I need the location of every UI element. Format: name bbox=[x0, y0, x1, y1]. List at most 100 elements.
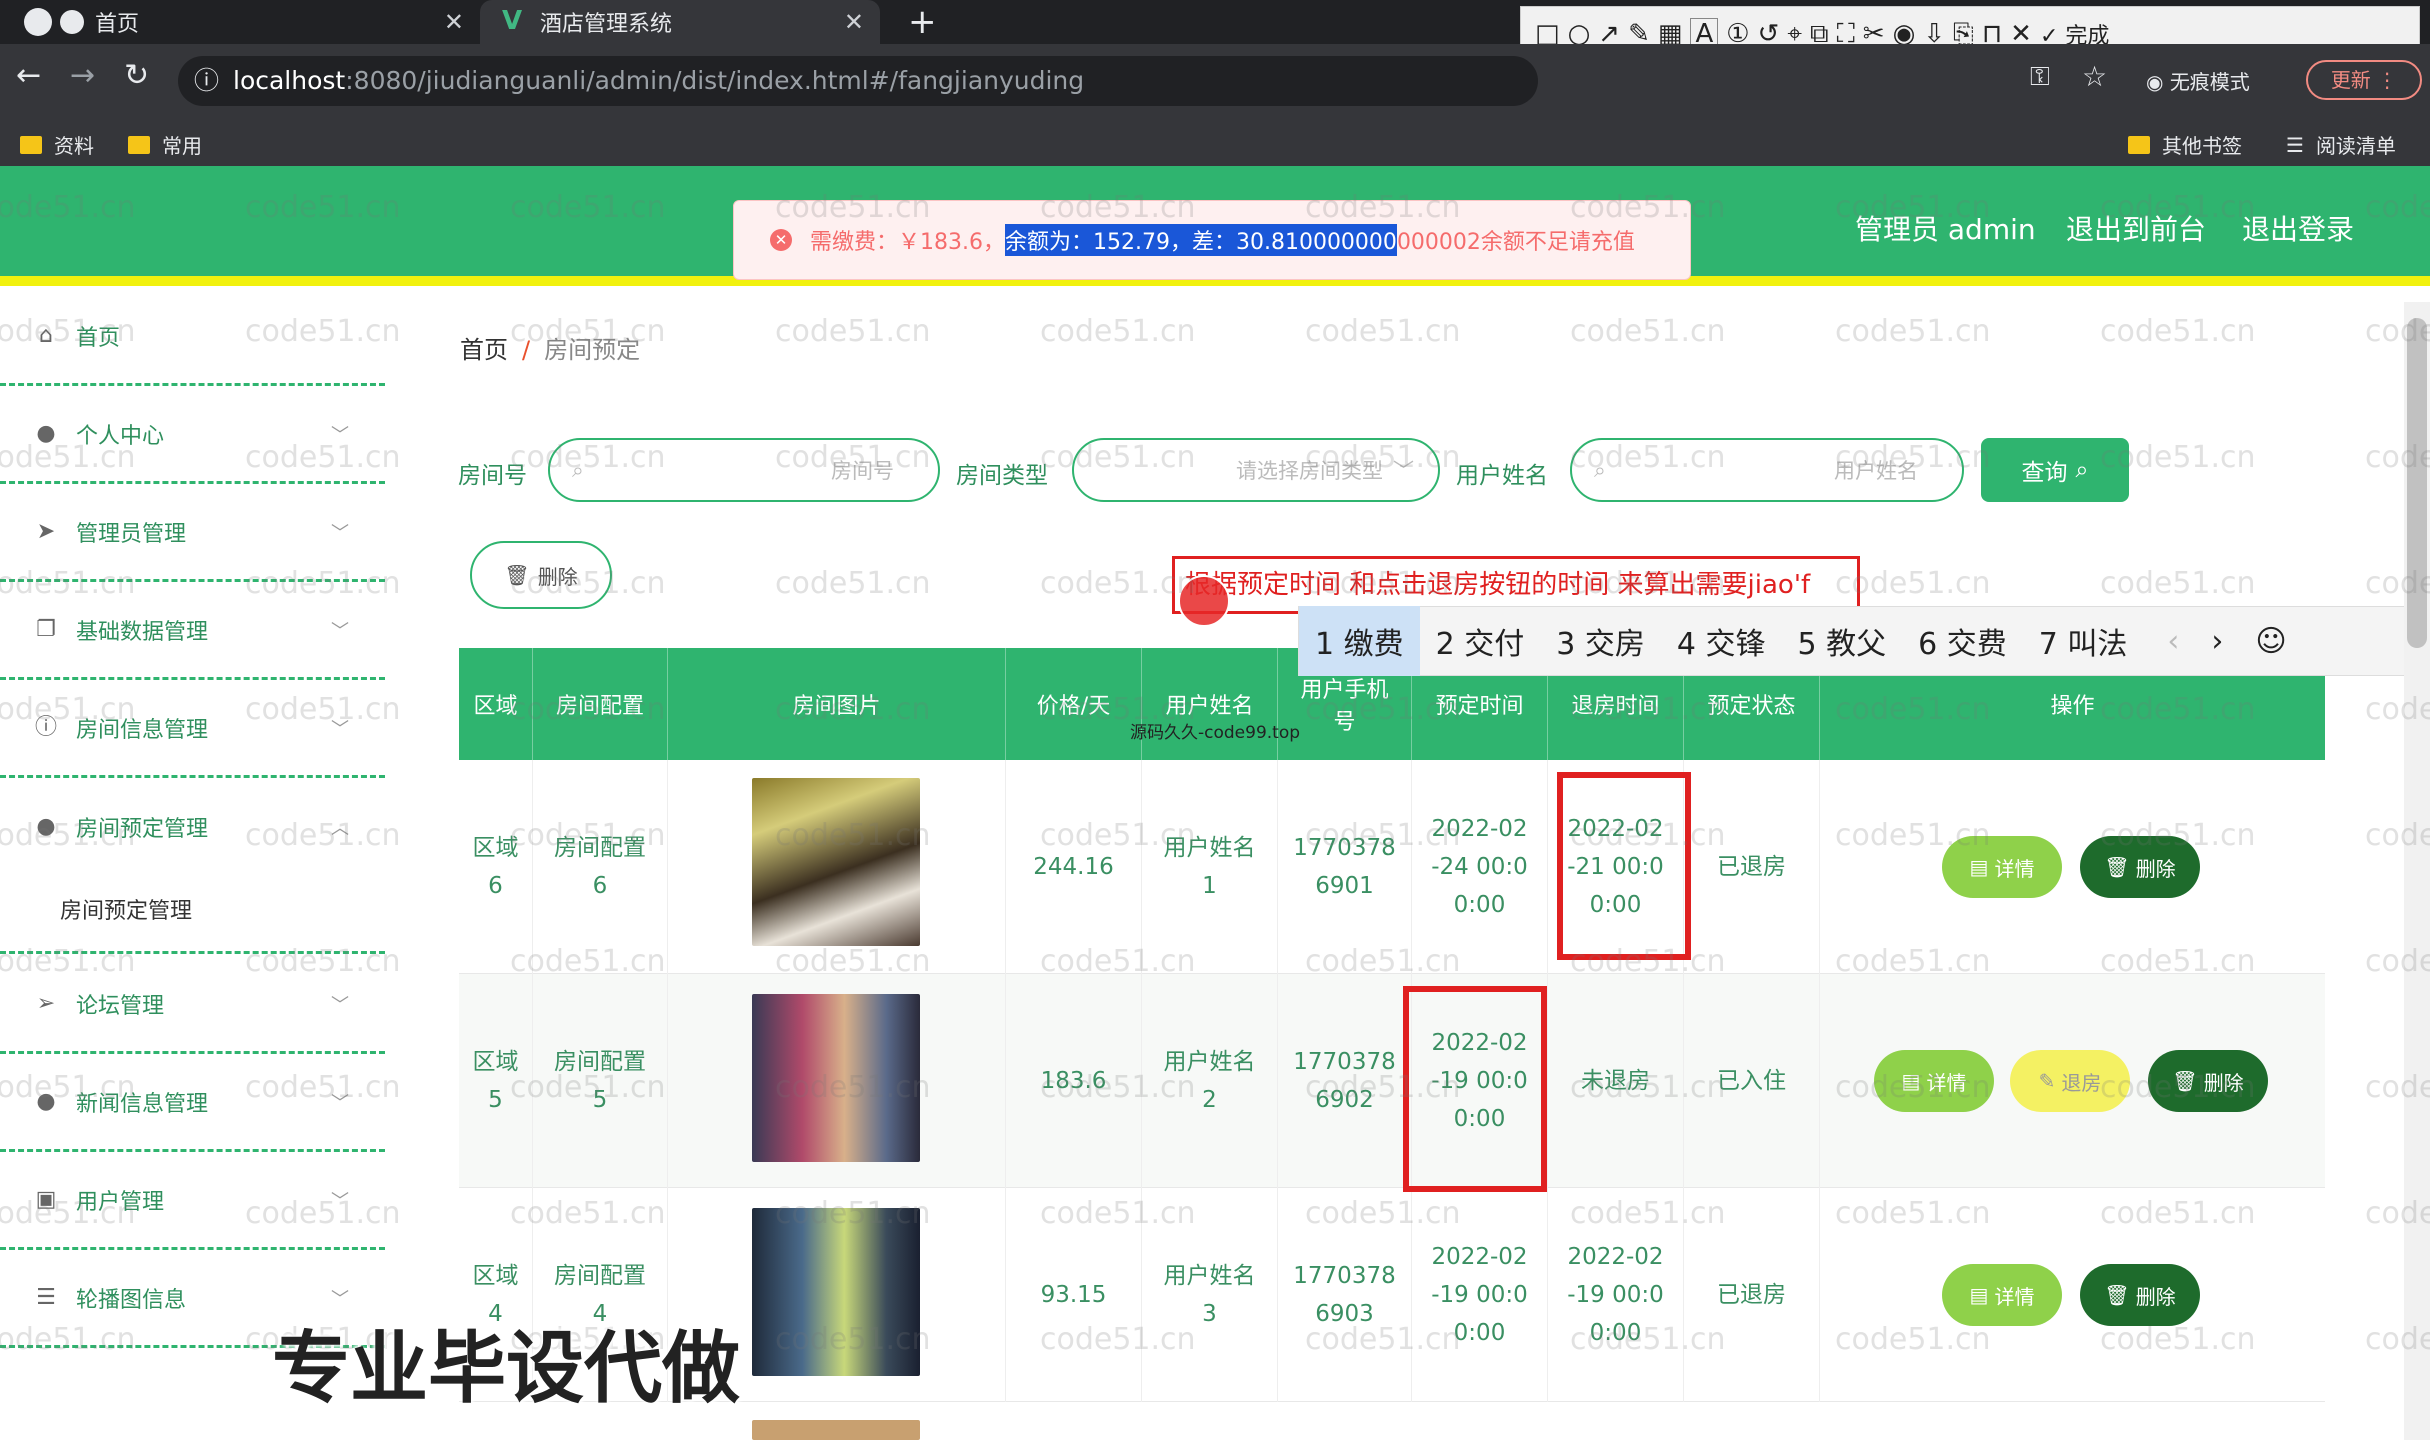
reading-list[interactable]: ☰ 阅读清单 bbox=[2286, 130, 2396, 159]
delete-button[interactable]: 🗑 删除 bbox=[2148, 1050, 2268, 1112]
ime-candidate[interactable]: 2 交付 bbox=[1420, 606, 1541, 676]
sidebar-item-room-booking[interactable]: ● 房间预定管理 ︿ bbox=[0, 778, 385, 876]
cell-checkout-time: 2022-02 -19 00:0 0:00 bbox=[1548, 1188, 1684, 1402]
forward-icon[interactable]: → bbox=[70, 58, 95, 93]
tab-home[interactable]: 首页 ✕ bbox=[0, 0, 480, 44]
sidebar-item-profile[interactable]: ● 个人中心 ﹀ bbox=[0, 386, 385, 484]
trash-icon: 🗑 bbox=[2104, 855, 2130, 879]
breadcrumb: 首页 / 房间预定 bbox=[460, 330, 640, 365]
cell-book-time: 2022-02 -24 00:0 0:00 bbox=[1412, 760, 1548, 974]
sidebar-item-news[interactable]: ● 新闻信息管理 ﹀ bbox=[0, 1054, 385, 1152]
ime-candidate[interactable]: 1 缴费 bbox=[1299, 606, 1420, 676]
sidebar-item-label: 房间信息管理 bbox=[76, 717, 209, 743]
ime-candidate[interactable]: 7 叫法 bbox=[2023, 606, 2144, 676]
trash-icon: 🗑 bbox=[2104, 1283, 2130, 1307]
back-icon[interactable]: ← bbox=[16, 58, 41, 93]
info-icon: ⓘ bbox=[34, 714, 57, 740]
folder-icon bbox=[20, 135, 42, 154]
detail-button[interactable]: ▤ 详情 bbox=[1874, 1050, 1994, 1112]
delete-label: 删除 bbox=[2203, 1070, 2244, 1095]
cell-area: 区域 6 bbox=[459, 760, 533, 974]
bookmark-folder[interactable]: 其他书签 bbox=[2128, 130, 2242, 159]
delete-button[interactable]: 🗑 删除 bbox=[2080, 1264, 2200, 1326]
logout-link[interactable]: 退出登录 bbox=[2242, 208, 2354, 248]
user-name-label: 用户姓名 bbox=[1456, 463, 1548, 489]
sidebar-item-basic-data[interactable]: ❐ 基础数据管理 ﹀ bbox=[0, 582, 385, 680]
sidebar-item-label: 论坛管理 bbox=[76, 993, 165, 1019]
emoji-icon[interactable]: ☺ bbox=[2239, 606, 2302, 676]
incognito-badge[interactable]: ◉ 无痕模式 bbox=[2146, 66, 2250, 95]
update-button[interactable]: 更新 ⋮ bbox=[2306, 60, 2422, 100]
room-no-input[interactable]: ⌕ 房间号 bbox=[548, 438, 940, 502]
url-host: localhost bbox=[233, 66, 346, 95]
sidebar-item-room-info[interactable]: ⓘ 房间信息管理 ﹀ bbox=[0, 680, 385, 778]
sidebar-divider bbox=[0, 951, 385, 954]
breadcrumb-panel bbox=[428, 306, 2358, 386]
checkout-button[interactable]: ✎ 退房 bbox=[2010, 1050, 2130, 1112]
new-tab-icon[interactable]: + bbox=[908, 2, 937, 42]
url-input[interactable]: ⓘ localhost:8080/jiudianguanli/admin/dis… bbox=[178, 56, 1538, 106]
alert-text-pre: 需缴费：￥183.6， bbox=[810, 230, 1005, 255]
chevron-down-icon: ﹀ bbox=[331, 718, 349, 740]
chevron-down-icon: ﹀ bbox=[331, 522, 349, 544]
user-name-placeholder: 用户姓名 bbox=[1834, 459, 1918, 483]
breadcrumb-home[interactable]: 首页 bbox=[460, 336, 508, 364]
detail-button[interactable]: ▤ 详情 bbox=[1942, 836, 2062, 898]
sidebar-item-users[interactable]: ▣ 用户管理 ﹀ bbox=[0, 1152, 385, 1250]
sidebar-item-home[interactable]: ⌂ 首页 bbox=[0, 288, 385, 386]
next-page-icon[interactable]: › bbox=[2195, 606, 2239, 676]
bookmark-label: 阅读清单 bbox=[2315, 134, 2396, 158]
room-photo bbox=[752, 778, 920, 946]
sidebar-item-forum[interactable]: ➢ 论坛管理 ﹀ bbox=[0, 956, 385, 1054]
ime-candidate[interactable]: 4 交锋 bbox=[1661, 606, 1782, 676]
close-tab-icon[interactable]: ✕ bbox=[844, 8, 864, 36]
sidebar-subitem-room-booking[interactable]: 房间预定管理 bbox=[60, 893, 192, 925]
copy-icon: ❐ bbox=[36, 616, 56, 642]
sidebar-item-label: 个人中心 bbox=[76, 423, 165, 449]
reload-icon[interactable]: ↻ bbox=[124, 58, 149, 93]
send-icon: ➢ bbox=[36, 990, 56, 1016]
cell-price: 183.6 bbox=[1006, 974, 1142, 1188]
bookmark-folder[interactable]: 资料 bbox=[20, 130, 94, 159]
location-icon: ● bbox=[36, 814, 56, 839]
vue-logo-icon: V bbox=[502, 6, 523, 36]
room-type-select[interactable]: 请选择房间类型 ﹀ bbox=[1072, 438, 1440, 502]
batch-delete-button[interactable]: 🗑 删除 bbox=[470, 541, 612, 609]
close-tab-icon[interactable]: ✕ bbox=[444, 8, 464, 36]
cell-price: 93.15 bbox=[1006, 1188, 1142, 1402]
sidebar-item-admin[interactable]: ➤ 管理员管理 ﹀ bbox=[0, 484, 385, 582]
col-price: 价格/天 bbox=[1006, 648, 1142, 760]
admin-user-label[interactable]: 管理员 admin bbox=[1855, 208, 2036, 248]
reading-list-icon: ☰ bbox=[2286, 132, 2304, 157]
delete-button[interactable]: 🗑 删除 bbox=[2080, 836, 2200, 898]
tab-hotel[interactable]: V 酒店管理系统 ✕ bbox=[480, 0, 880, 44]
col-username: 用户姓名 bbox=[1142, 648, 1278, 760]
list-icon: ☰ bbox=[36, 1284, 56, 1310]
error-icon: ✕ bbox=[770, 229, 792, 251]
ime-candidate[interactable]: 3 交房 bbox=[1540, 606, 1661, 676]
back-to-front-link[interactable]: 退出到前台 bbox=[2066, 208, 2206, 248]
home-icon: ⌂ bbox=[39, 322, 53, 348]
watermark-text: code51.cn bbox=[775, 566, 931, 601]
star-icon[interactable]: ☆ bbox=[2082, 60, 2107, 93]
checkout-label: 退房 bbox=[2061, 1070, 2102, 1095]
search-icon: ⌕ bbox=[2075, 457, 2089, 483]
update-label: 更新 bbox=[2330, 68, 2371, 92]
col-config: 房间配置 bbox=[533, 648, 668, 760]
user-icon: ● bbox=[36, 1088, 56, 1114]
ime-candidate[interactable]: 5 教父 bbox=[1782, 606, 1903, 676]
ime-candidate[interactable]: 6 交费 bbox=[1902, 606, 2023, 676]
bookmark-folder[interactable]: 常用 bbox=[128, 130, 202, 159]
sidebar-item-label: 房间预定管理 bbox=[76, 817, 209, 842]
prev-page-icon[interactable]: ‹ bbox=[2151, 606, 2195, 676]
key-icon[interactable]: ⚿ bbox=[2030, 62, 2050, 93]
query-button[interactable]: 查询 ⌕ bbox=[1981, 438, 2129, 502]
bookmarks-bar: 资料 常用 其他书签 ☰ 阅读清单 bbox=[0, 118, 2430, 166]
bookmark-label: 常用 bbox=[162, 134, 202, 158]
user-name-input[interactable]: ⌕ 用户姓名 bbox=[1570, 438, 1964, 502]
scrollbar-thumb[interactable] bbox=[2407, 318, 2427, 648]
cell-phone: 1770378 6901 bbox=[1278, 760, 1412, 974]
detail-button[interactable]: ▤ 详情 bbox=[1942, 1264, 2062, 1326]
col-image: 房间图片 bbox=[668, 648, 1006, 760]
error-alert: ✕ 需缴费：￥183.6， 余额为：152.79，差：30.810000000 00… bbox=[733, 200, 1691, 280]
